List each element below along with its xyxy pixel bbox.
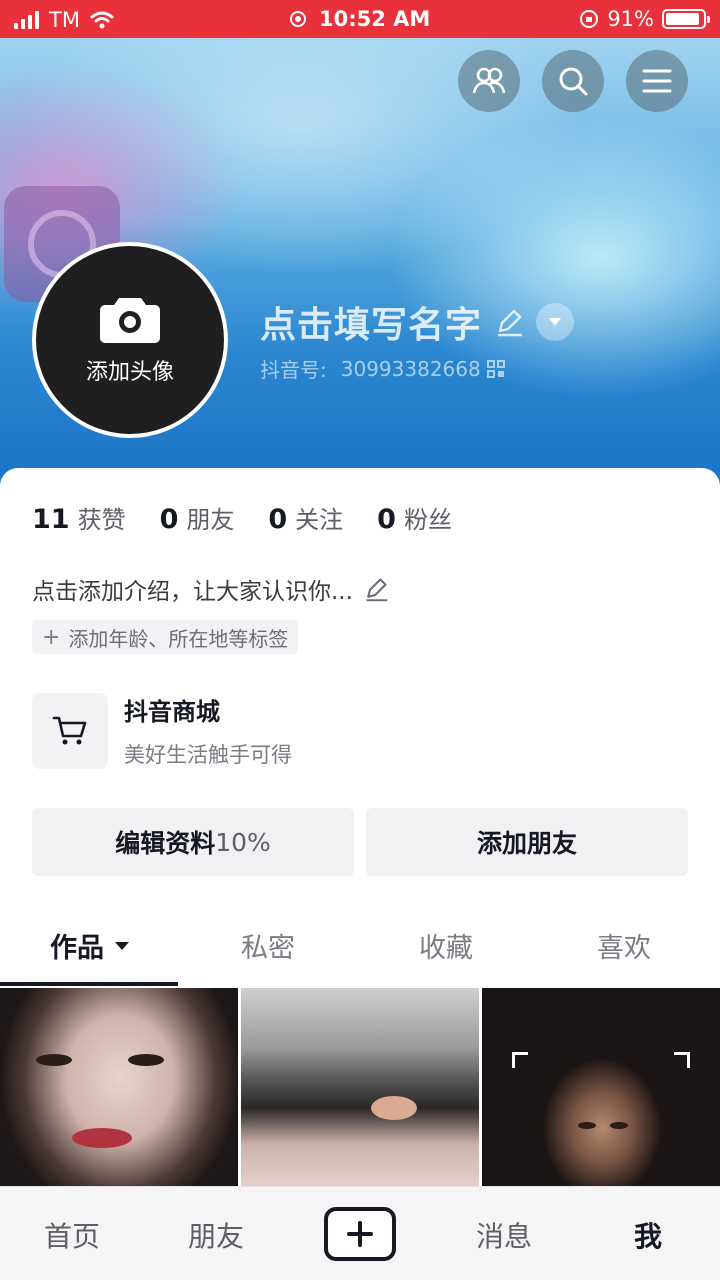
video-thumbnail[interactable] <box>482 988 720 1188</box>
mall-title: 抖音商城 <box>124 698 220 726</box>
menu-button[interactable] <box>626 50 688 112</box>
stat-number: 0 <box>377 504 396 535</box>
qr-code-icon[interactable] <box>486 359 505 378</box>
name-row[interactable]: 点击填写名字 <box>260 296 575 348</box>
menu-icon <box>642 69 672 93</box>
friends-icon <box>472 67 506 94</box>
bio-prompt[interactable]: 点击添加介绍，让大家认识你... <box>32 572 389 606</box>
nav-me[interactable]: 我 <box>576 1215 720 1255</box>
tab-favorites[interactable]: 收藏 <box>356 926 536 965</box>
stat-number: 11 <box>32 504 70 535</box>
tab-works[interactable]: 作品 <box>0 926 180 965</box>
plus-icon: + <box>42 624 61 650</box>
caret-down-icon <box>549 318 562 326</box>
stat-friends[interactable]: 0 朋友 <box>160 500 235 535</box>
douyin-mall-entry[interactable]: 抖音商城 美好生活触手可得 <box>32 692 292 769</box>
profile-header: 添加头像 点击填写名字 抖音号: 30993382668 <box>0 38 720 488</box>
camera-icon <box>100 298 160 343</box>
clock: 10:52 AM <box>319 7 431 31</box>
edit-profile-button[interactable]: 编辑资料 10% <box>32 808 354 876</box>
add-tags-label: 添加年龄、所在地等标签 <box>68 626 289 651</box>
nav-friends[interactable]: 朋友 <box>144 1215 288 1255</box>
stat-number: 0 <box>268 504 288 535</box>
profile-body: 11 获赞 0 朋友 0 关注 0 粉丝 点击添加介绍，让大家认识你... + … <box>0 468 720 1228</box>
profile-completion: 10% <box>215 827 271 857</box>
add-friend-button[interactable]: 添加朋友 <box>366 808 688 876</box>
cart-icon <box>32 692 108 769</box>
stats-row: 11 获赞 0 朋友 0 关注 0 粉丝 <box>32 500 452 535</box>
douyin-id-row[interactable]: 抖音号: 30993382668 <box>260 354 505 383</box>
search-button[interactable] <box>542 50 604 112</box>
stat-likes[interactable]: 11 获赞 <box>32 500 126 535</box>
douyin-id-value: 30993382668 <box>340 356 481 381</box>
video-thumbnail[interactable] <box>0 988 238 1188</box>
stat-label: 粉丝 <box>403 506 452 534</box>
edit-pencil-icon[interactable] <box>494 307 524 337</box>
friends-button[interactable] <box>458 50 520 112</box>
account-switch-button[interactable] <box>536 303 575 341</box>
stat-following[interactable]: 0 关注 <box>268 500 343 535</box>
stat-label: 朋友 <box>186 506 235 534</box>
mall-subtitle: 美好生活触手可得 <box>124 743 292 767</box>
nav-home[interactable]: 首页 <box>0 1215 144 1255</box>
tab-likes[interactable]: 喜欢 <box>534 926 714 965</box>
active-tab-indicator <box>0 982 178 986</box>
stat-number: 0 <box>159 504 179 535</box>
record-icon <box>289 11 306 27</box>
tab-private[interactable]: 私密 <box>178 926 358 965</box>
orientation-lock-icon <box>580 10 599 28</box>
content-tabs: 作品 私密 收藏 喜欢 <box>0 908 720 988</box>
video-thumbnail[interactable] <box>241 988 479 1188</box>
status-bar: TM 10:52 AM 91% <box>0 0 720 38</box>
plus-icon <box>347 1221 373 1247</box>
add-friend-label: 添加朋友 <box>476 829 577 858</box>
edit-pencil-icon <box>366 578 388 602</box>
add-tags-button[interactable]: + 添加年龄、所在地等标签 <box>32 620 299 654</box>
add-avatar-label: 添加头像 <box>85 360 174 385</box>
stat-label: 关注 <box>295 506 344 534</box>
battery-percent: 91% <box>607 7 654 31</box>
bottom-nav: 首页 朋友 消息 我 <box>0 1186 720 1280</box>
douyin-id-label: 抖音号: <box>260 358 327 382</box>
search-icon <box>559 67 588 96</box>
video-grid <box>0 988 720 1188</box>
stat-followers[interactable]: 0 粉丝 <box>377 500 452 535</box>
caret-down-icon <box>115 941 129 950</box>
nav-messages[interactable]: 消息 <box>432 1215 576 1255</box>
bio-text: 点击添加介绍，让大家认识你... <box>32 579 353 605</box>
tab-works-label: 作品 <box>50 933 104 964</box>
edit-profile-label: 编辑资料 <box>115 829 216 858</box>
battery-icon <box>662 9 710 29</box>
profile-name[interactable]: 点击填写名字 <box>260 296 482 348</box>
add-avatar-button[interactable]: 添加头像 <box>32 242 228 438</box>
create-button[interactable] <box>324 1207 396 1261</box>
stat-label: 获赞 <box>77 506 126 534</box>
